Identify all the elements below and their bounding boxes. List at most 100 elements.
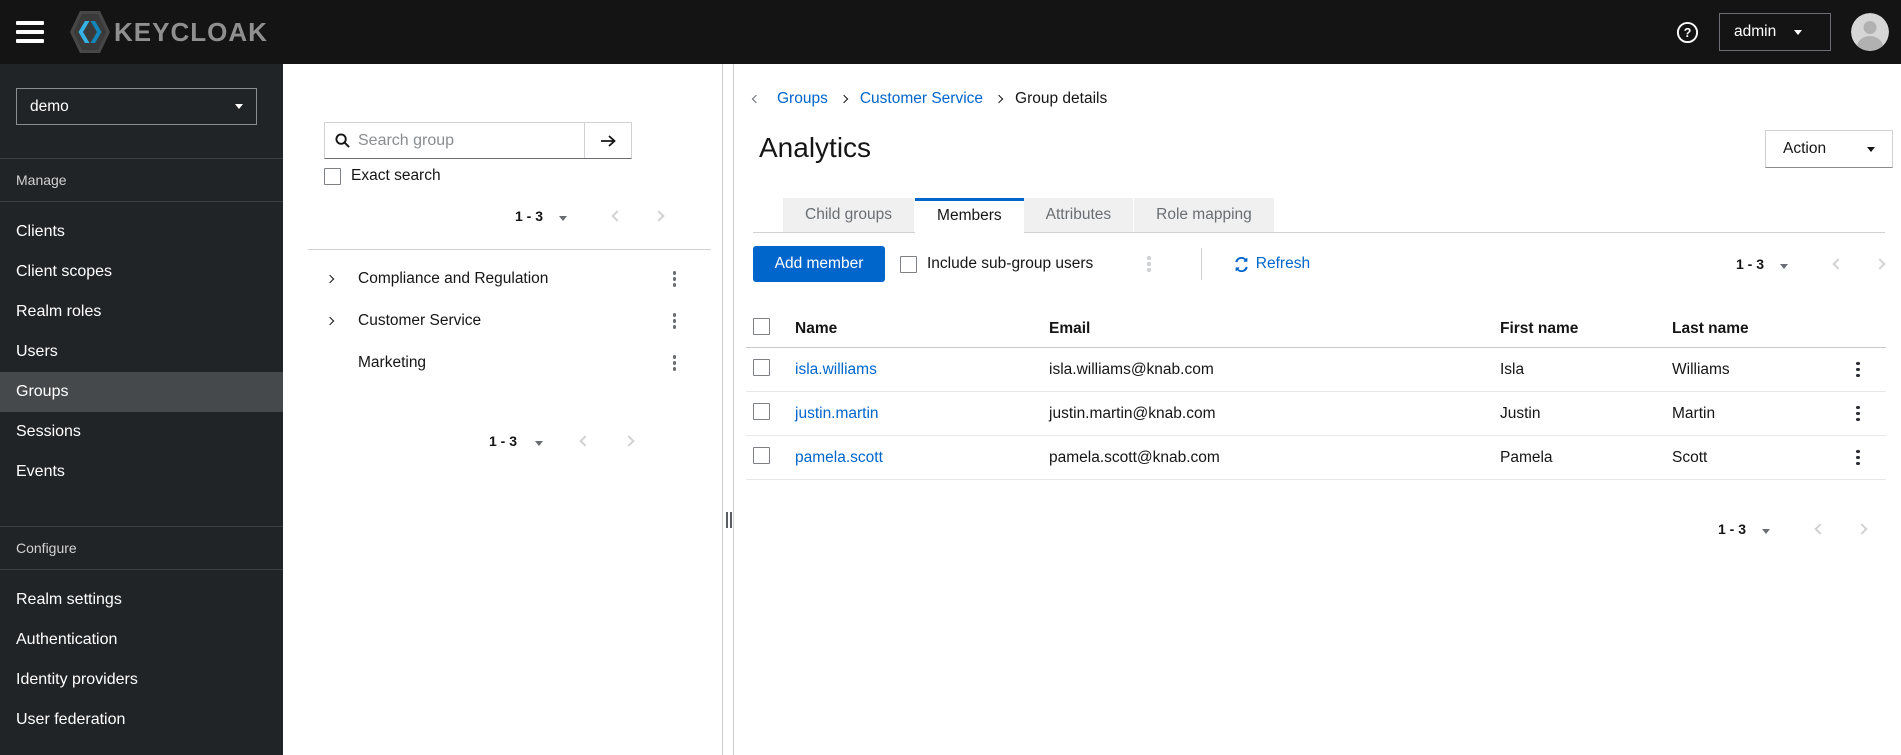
user-menu-dropdown[interactable]: admin: [1719, 13, 1831, 51]
chevron-down-icon: [1867, 146, 1875, 152]
nav-section-configure: Configure: [0, 526, 283, 570]
chevron-right-icon: [839, 94, 849, 104]
nav-list-manage: Clients Client scopes Realm roles Users …: [0, 202, 283, 492]
sidebar-item-realm-roles[interactable]: Realm roles: [0, 292, 283, 332]
tab-child-groups[interactable]: Child groups: [783, 198, 916, 232]
cell-last-name: Martin: [1672, 404, 1716, 422]
user-menu-label: admin: [1734, 23, 1777, 40]
breadcrumb-back-icon[interactable]: [751, 94, 761, 104]
kebab-menu-button[interactable]: [1143, 252, 1155, 276]
next-page-button[interactable]: [623, 435, 635, 447]
divider: [1200, 248, 1202, 280]
members-toolbar: Add member Include sub-group users Refre…: [753, 246, 1886, 282]
pagination-range: 1 - 3: [1717, 521, 1746, 537]
tab-members[interactable]: Members: [915, 198, 1024, 234]
sidebar-item-realm-settings[interactable]: Realm settings: [0, 580, 283, 620]
sidebar-item-client-scopes[interactable]: Client scopes: [0, 252, 283, 292]
sidebar-item-sessions[interactable]: Sessions: [0, 412, 283, 452]
kebab-menu-button[interactable]: [1852, 358, 1864, 382]
cell-username[interactable]: isla.williams: [795, 361, 1049, 379]
row-checkbox[interactable]: [753, 402, 770, 420]
include-subgroups-checkbox[interactable]: [900, 255, 917, 273]
kebab-menu-button[interactable]: [669, 351, 681, 375]
per-page-dropdown[interactable]: [1762, 522, 1770, 537]
per-page-dropdown[interactable]: [559, 209, 568, 224]
tree-item-label[interactable]: Compliance and Regulation: [358, 270, 548, 288]
svg-text:?: ?: [1684, 25, 1692, 39]
cell-username[interactable]: justin.martin: [795, 405, 1049, 423]
include-subgroups-label: Include sub-group users: [927, 255, 1094, 272]
refresh-link[interactable]: Refresh: [1234, 255, 1310, 273]
breadcrumb-customer-service[interactable]: Customer Service: [860, 90, 983, 108]
help-icon[interactable]: ?: [1676, 21, 1699, 44]
search-submit-button[interactable]: [584, 123, 631, 158]
add-member-button[interactable]: Add member: [753, 246, 885, 282]
table-row: justin.martin justin.martin@knab.com Jus…: [746, 392, 1886, 436]
exact-search-row: Exact search: [324, 167, 441, 185]
main-content: Groups Customer Service Group details An…: [733, 64, 1901, 755]
exact-search-label: Exact search: [351, 167, 441, 184]
chevron-down-icon: [1762, 528, 1770, 534]
tab-attributes[interactable]: Attributes: [1023, 198, 1135, 232]
kebab-menu-button[interactable]: [1852, 402, 1864, 426]
exact-search-checkbox[interactable]: [324, 167, 341, 185]
per-page-dropdown[interactable]: [535, 434, 544, 449]
row-checkbox[interactable]: [753, 358, 770, 376]
select-all-checkbox[interactable]: [753, 318, 770, 335]
search-group-input[interactable]: [358, 131, 584, 150]
avatar[interactable]: [1851, 13, 1889, 51]
column-header-first-name: First name: [1500, 320, 1579, 337]
chevron-down-icon: [235, 104, 243, 109]
cell-email: justin.martin@knab.com: [1049, 404, 1216, 422]
cell-email: pamela.scott@knab.com: [1049, 448, 1220, 466]
kebab-menu-button[interactable]: [1852, 446, 1864, 470]
tabs: Child groups Members Attributes Role map…: [753, 198, 1885, 234]
cell-first-name: Isla: [1500, 360, 1525, 378]
kebab-menu-button[interactable]: [669, 267, 681, 291]
tab-role-mapping[interactable]: Role mapping: [1134, 198, 1275, 232]
prev-page-button[interactable]: [611, 210, 623, 222]
sidebar-item-clients[interactable]: Clients: [0, 212, 283, 252]
chevron-down-icon: [559, 215, 568, 221]
breadcrumb-current: Group details: [1015, 90, 1108, 107]
next-page-button[interactable]: [1856, 523, 1868, 535]
next-page-button[interactable]: [653, 210, 665, 222]
sidebar-item-identity-providers[interactable]: Identity providers: [0, 660, 283, 700]
nav-list-configure: Realm settings Authentication Identity p…: [0, 570, 283, 740]
pagination-range: 1 - 3: [1735, 256, 1764, 272]
next-page-button[interactable]: [1874, 258, 1886, 270]
keycloak-logo-icon: [70, 11, 110, 53]
pagination-range: 1 - 3: [515, 208, 544, 224]
per-page-dropdown[interactable]: [1780, 257, 1788, 272]
sidebar-item-events[interactable]: Events: [0, 452, 283, 492]
realm-select-value: demo: [30, 97, 69, 115]
action-dropdown-button[interactable]: Action: [1765, 130, 1893, 168]
sidebar-item-user-federation[interactable]: User federation: [0, 700, 283, 740]
breadcrumb-groups[interactable]: Groups: [777, 90, 828, 108]
keycloak-logo[interactable]: KEYCLOAK: [70, 10, 268, 54]
prev-page-button[interactable]: [1832, 258, 1844, 270]
tree-item-customer-service: Customer Service: [283, 300, 722, 342]
sidebar-item-authentication[interactable]: Authentication: [0, 620, 283, 660]
sidebar-item-groups[interactable]: Groups: [0, 372, 283, 412]
sidebar-item-users[interactable]: Users: [0, 332, 283, 372]
cell-username[interactable]: pamela.scott: [795, 449, 1049, 467]
row-checkbox[interactable]: [753, 446, 770, 464]
tree-pagination-top: 1 - 3: [515, 203, 665, 229]
sidebar: demo Manage Clients Client scopes Realm …: [0, 64, 283, 755]
prev-page-button[interactable]: [579, 435, 591, 447]
brand-text: KEYCLOAK: [114, 16, 268, 47]
tree-item-label[interactable]: Marketing: [358, 354, 426, 372]
breadcrumb: Groups Customer Service Group details: [751, 90, 1108, 108]
tree-item-label[interactable]: Customer Service: [358, 312, 481, 330]
prev-page-button[interactable]: [1814, 523, 1826, 535]
nav-toggle-button[interactable]: [16, 21, 44, 43]
expand-chevron-icon[interactable]: [325, 274, 347, 284]
refresh-icon: [1235, 256, 1248, 272]
page-title: Analytics: [759, 132, 872, 163]
chevron-down-icon: [1780, 263, 1788, 269]
search-icon: [335, 133, 350, 148]
realm-select[interactable]: demo: [16, 88, 257, 125]
expand-chevron-icon[interactable]: [325, 316, 347, 326]
kebab-menu-button[interactable]: [669, 309, 681, 333]
